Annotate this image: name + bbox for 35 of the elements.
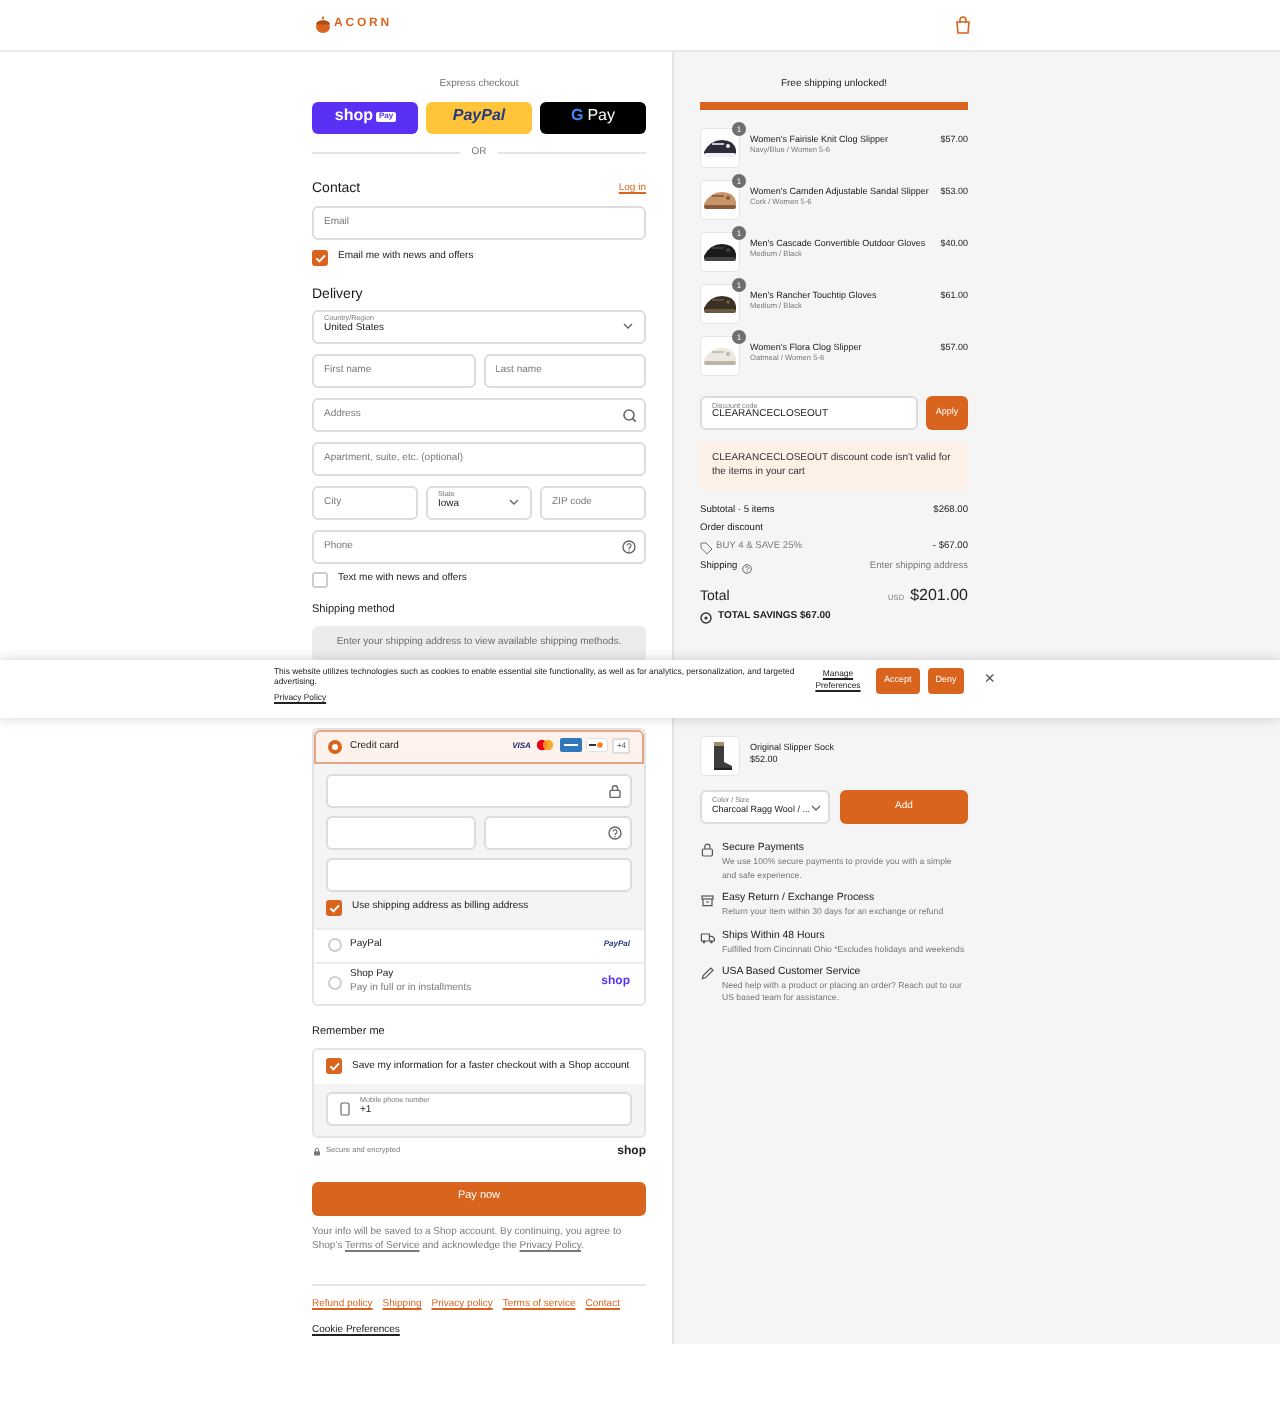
search-icon: [622, 407, 636, 421]
close-button[interactable]: ×: [984, 670, 996, 688]
bag-icon[interactable]: [954, 16, 972, 34]
pen-icon: [700, 965, 716, 982]
card-field[interactable]: [326, 857, 632, 891]
card-logo: [534, 738, 557, 753]
checkbox[interactable]: [326, 1058, 342, 1074]
radio-button[interactable]: [328, 937, 342, 951]
info-icon[interactable]: [741, 563, 752, 574]
tag-icon: [700, 541, 712, 554]
package-icon: [700, 892, 716, 909]
total-value: $201.00: [910, 585, 968, 607]
lock-icon: [312, 1146, 322, 1157]
chevron-icon: [809, 801, 822, 814]
help-icon: [608, 825, 622, 839]
checkbox[interactable]: [312, 571, 328, 587]
savings-icon: [700, 611, 712, 624]
card-logo: [586, 738, 609, 753]
radio-button[interactable]: [328, 739, 342, 753]
phone-icon: [338, 1101, 352, 1115]
card-field[interactable]: [483, 815, 632, 849]
truck-icon: [700, 929, 716, 946]
lock-icon: [608, 783, 622, 797]
radio-button[interactable]: [328, 975, 342, 989]
checkbox[interactable]: [326, 899, 342, 915]
chevron-icon: [622, 320, 634, 332]
help-icon: [622, 539, 636, 553]
payment-button[interactable]: G Pay: [540, 101, 646, 134]
checkbox[interactable]: [312, 249, 328, 265]
card-field[interactable]: [326, 773, 632, 807]
payment-button[interactable]: PayPal: [426, 101, 532, 134]
lock-icon: [700, 842, 716, 859]
chevron-icon: [508, 496, 520, 508]
card-field[interactable]: [326, 815, 475, 849]
card-logo: [560, 738, 583, 753]
